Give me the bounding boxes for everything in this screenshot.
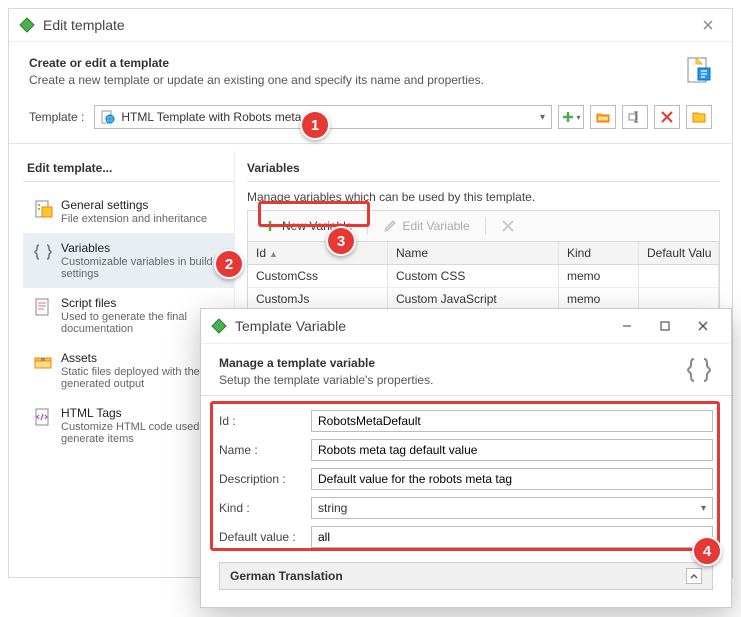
template-diamond-icon bbox=[19, 17, 35, 33]
add-template-button[interactable]: ▾ bbox=[558, 105, 584, 129]
id-field[interactable] bbox=[311, 410, 713, 432]
maximize-button[interactable] bbox=[647, 315, 683, 337]
section-title: German Translation bbox=[230, 569, 343, 583]
script-icon bbox=[33, 297, 53, 317]
kind-value: string bbox=[318, 501, 347, 515]
callout-1: 1 bbox=[300, 110, 330, 140]
callout-2: 2 bbox=[214, 249, 244, 279]
default-value-label: Default value : bbox=[219, 530, 311, 544]
template-variable-dialog: Template Variable Manage a template vari… bbox=[200, 308, 732, 608]
edit-variable-label: Edit Variable bbox=[402, 219, 469, 233]
callout-4: 4 bbox=[692, 536, 722, 566]
minimize-button[interactable] bbox=[609, 315, 645, 337]
main-close-button[interactable] bbox=[694, 15, 722, 35]
sidebar-item-variables[interactable]: VariablesCustomizable variables in build… bbox=[23, 233, 234, 288]
main-title: Edit template bbox=[43, 17, 694, 33]
name-label: Name : bbox=[219, 443, 311, 457]
id-label: Id : bbox=[219, 414, 311, 428]
table-header: Id▲ Name Kind Default Valu bbox=[248, 242, 719, 265]
kind-combo[interactable]: string ▾ bbox=[311, 497, 713, 519]
chevron-down-icon: ▾ bbox=[701, 503, 706, 514]
assets-box-icon bbox=[33, 352, 53, 372]
sidebar-title: Edit template... bbox=[23, 161, 234, 175]
folder-open-icon bbox=[596, 110, 610, 124]
col-default[interactable]: Default Valu bbox=[639, 242, 719, 264]
pane-title: Variables bbox=[247, 161, 720, 175]
template-selector-row: Template : HTML Template with Robots met… bbox=[9, 97, 732, 144]
table-row[interactable]: CustomCss Custom CSS memo bbox=[248, 265, 719, 288]
sidebar-item-general-settings[interactable]: General settingsFile extension and inher… bbox=[23, 190, 234, 233]
col-kind[interactable]: Kind bbox=[559, 242, 639, 264]
pencil-icon bbox=[383, 219, 397, 233]
nav-label: Variables bbox=[61, 241, 224, 255]
dropdown-arrow-icon: ▾ bbox=[576, 113, 580, 122]
template-doc-icon bbox=[684, 56, 712, 84]
chevron-up-icon bbox=[690, 572, 698, 580]
modal-titlebar: Template Variable bbox=[201, 309, 731, 344]
kind-label: Kind : bbox=[219, 501, 311, 515]
modal-close-button[interactable] bbox=[685, 315, 721, 337]
modal-header: Manage a template variable Setup the tem… bbox=[201, 344, 731, 395]
plus-icon bbox=[561, 110, 575, 124]
header-title: Create or edit a template bbox=[29, 56, 672, 70]
header-subtitle: Create a new template or update an exist… bbox=[29, 73, 672, 87]
modal-header-sub: Setup the template variable's properties… bbox=[219, 373, 673, 387]
chevron-down-icon: ▾ bbox=[540, 112, 545, 123]
minimize-icon bbox=[622, 321, 632, 331]
delete-variable-button[interactable] bbox=[492, 215, 524, 237]
maximize-icon bbox=[660, 321, 670, 331]
modal-title: Template Variable bbox=[235, 318, 609, 334]
delete-x-icon bbox=[661, 111, 673, 123]
world-doc-icon bbox=[101, 110, 115, 124]
nav-label: General settings bbox=[61, 198, 207, 212]
delete-x-icon bbox=[501, 219, 515, 233]
rename-template-button[interactable] bbox=[622, 105, 648, 129]
delete-template-button[interactable] bbox=[654, 105, 680, 129]
modal-header-title: Manage a template variable bbox=[219, 356, 673, 370]
main-titlebar: Edit template bbox=[9, 9, 732, 42]
html-tags-icon bbox=[33, 407, 53, 427]
sort-asc-icon: ▲ bbox=[269, 249, 278, 259]
rename-icon bbox=[628, 110, 642, 124]
name-field[interactable] bbox=[311, 439, 713, 461]
variables-toolbar: New Variable Edit Variable bbox=[247, 210, 720, 242]
col-id[interactable]: Id▲ bbox=[248, 242, 388, 264]
default-value-field[interactable] bbox=[311, 526, 713, 548]
template-label: Template : bbox=[29, 110, 84, 124]
plus-icon bbox=[263, 219, 277, 233]
nav-desc: File extension and inheritance bbox=[61, 213, 207, 225]
braces-icon bbox=[33, 242, 53, 262]
modal-form: Id : Name : Description : Kind : string … bbox=[201, 398, 731, 602]
german-translation-section[interactable]: German Translation bbox=[219, 562, 713, 590]
collapse-button[interactable] bbox=[686, 568, 702, 584]
close-icon bbox=[703, 20, 713, 30]
settings-sheet-icon bbox=[33, 199, 53, 219]
description-label: Description : bbox=[219, 472, 311, 486]
main-header: Create or edit a template Create a new t… bbox=[9, 42, 732, 97]
folder-icon bbox=[692, 110, 706, 124]
edit-variable-button[interactable]: Edit Variable bbox=[374, 215, 478, 237]
col-name[interactable]: Name bbox=[388, 242, 559, 264]
open-folder-button[interactable] bbox=[590, 105, 616, 129]
pane-subtitle: Manage variables which can be used by th… bbox=[247, 190, 720, 204]
template-diamond-icon bbox=[211, 318, 227, 334]
callout-3: 3 bbox=[326, 226, 356, 256]
close-icon bbox=[698, 321, 708, 331]
braces-large-icon bbox=[685, 356, 713, 384]
browse-folder-button[interactable] bbox=[686, 105, 712, 129]
description-field[interactable] bbox=[311, 468, 713, 490]
nav-desc: Customizable variables in build settings bbox=[61, 256, 224, 280]
